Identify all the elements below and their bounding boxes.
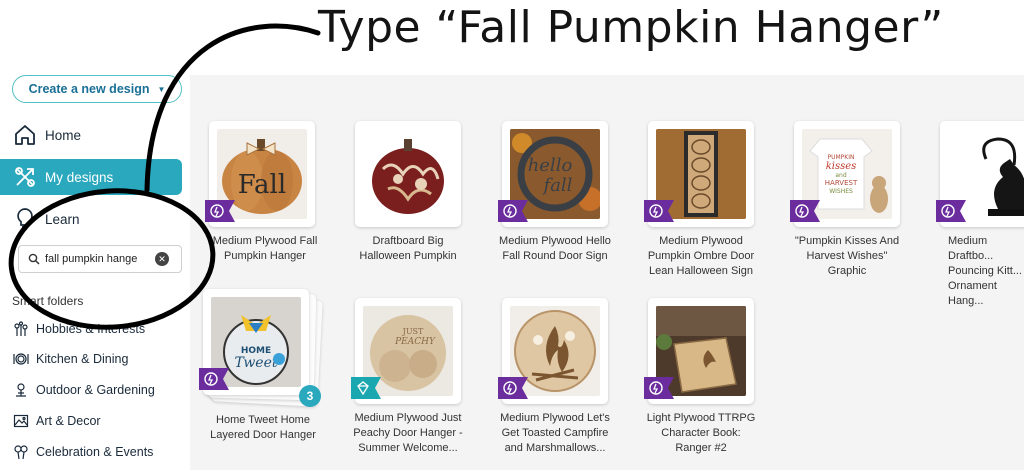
thumb-text: and bbox=[835, 172, 846, 179]
design-card[interactable] bbox=[355, 121, 461, 227]
folder-kitchen[interactable]: Kitchen & Dining bbox=[12, 348, 128, 370]
design-type-badge-icon bbox=[199, 368, 229, 390]
design-card[interactable]: hello fall bbox=[498, 121, 608, 227]
clear-search-icon[interactable]: ✕ bbox=[155, 252, 169, 266]
hobbies-icon bbox=[12, 320, 30, 338]
design-card[interactable] bbox=[644, 298, 754, 404]
folder-celebration[interactable]: Celebration & Events bbox=[12, 441, 153, 463]
design-card[interactable] bbox=[936, 121, 1024, 227]
design-title[interactable]: Draftboard Big Halloween Pumpkin bbox=[349, 234, 467, 264]
thumb-text: WISHES bbox=[829, 188, 853, 195]
design-card[interactable]: HOME Tweet bbox=[199, 289, 309, 395]
design-type-badge-icon bbox=[644, 377, 674, 399]
design-type-badge-icon bbox=[498, 377, 528, 399]
folder-label: Celebration & Events bbox=[36, 445, 154, 459]
design-card[interactable]: PUMPKIN kisses and HARVEST WISHES bbox=[790, 121, 900, 227]
folder-art[interactable]: Art & Decor bbox=[12, 410, 101, 432]
chevron-down-icon: ▼ bbox=[157, 84, 166, 94]
design-title[interactable]: Medium Plywood Just Peachy Door Hanger -… bbox=[349, 411, 467, 456]
search-box: ✕ bbox=[18, 245, 182, 273]
folder-hobbies[interactable]: Hobbies & Interests bbox=[12, 318, 145, 340]
design-type-badge-icon bbox=[790, 200, 820, 222]
design-count-badge: 3 bbox=[299, 385, 321, 407]
design-card[interactable] bbox=[644, 121, 754, 227]
design-type-badge-icon bbox=[936, 200, 966, 222]
folder-outdoor[interactable]: Outdoor & Gardening bbox=[12, 379, 155, 401]
design-card[interactable]: Fall bbox=[205, 121, 315, 227]
design-type-badge-icon bbox=[498, 200, 528, 222]
thumb-text: Tweet bbox=[234, 355, 277, 371]
design-type-badge-icon bbox=[644, 200, 674, 222]
thumb-text: Fall bbox=[238, 170, 286, 200]
design-title[interactable]: Medium Plywood Hello Fall Round Door Sig… bbox=[496, 234, 614, 264]
design-type-badge-icon bbox=[351, 377, 381, 399]
home-icon bbox=[11, 121, 39, 149]
design-type-badge-icon bbox=[205, 200, 235, 222]
celebration-icon bbox=[12, 443, 30, 461]
designs-icon bbox=[11, 163, 39, 191]
design-title[interactable]: Medium Plywood Pumpkin Ombre Door Lean H… bbox=[642, 234, 760, 279]
art-icon bbox=[12, 412, 30, 430]
kitchen-icon bbox=[12, 350, 30, 368]
sidebar: Create a new design ▼ Home My designs Le… bbox=[0, 75, 190, 470]
design-thumbnail bbox=[363, 129, 453, 219]
design-title[interactable]: Medium Plywood Let's Get Toasted Campfir… bbox=[496, 411, 614, 456]
create-design-label: Create a new design bbox=[28, 82, 150, 96]
nav-home-label: Home bbox=[45, 127, 82, 143]
design-title[interactable]: Medium Plywood Fall Pumpkin Hanger bbox=[206, 234, 324, 264]
design-title[interactable]: Medium Draftbo... Pouncing Kitt... Ornam… bbox=[934, 234, 1024, 309]
nav-my-designs[interactable]: My designs bbox=[0, 159, 182, 195]
nav-learn[interactable]: Learn bbox=[0, 201, 182, 237]
thumb-text: HARVEST bbox=[825, 179, 858, 187]
design-card[interactable]: JUST PEACHY bbox=[351, 298, 461, 404]
nav-my-designs-label: My designs bbox=[45, 169, 114, 185]
design-title[interactable]: Home Tweet Home Layered Door Hanger bbox=[204, 413, 322, 443]
thumb-text: fall bbox=[542, 175, 573, 196]
thumb-text: PUMPKIN bbox=[828, 154, 855, 161]
lightbulb-icon bbox=[11, 205, 39, 233]
screenshot-stage: Type “Fall Pumpkin Hanger” Create a new … bbox=[0, 0, 1024, 470]
smart-folders-heading: Smart folders bbox=[12, 294, 84, 308]
create-design-button[interactable]: Create a new design ▼ bbox=[12, 75, 182, 103]
design-card[interactable] bbox=[498, 298, 608, 404]
annotation-title: Type “Fall Pumpkin Hanger” bbox=[318, 2, 944, 53]
thumb-text: PEACHY bbox=[394, 337, 436, 347]
folder-label: Hobbies & Interests bbox=[36, 322, 146, 336]
nav-learn-label: Learn bbox=[45, 211, 80, 227]
folder-label: Kitchen & Dining bbox=[36, 352, 129, 366]
design-title[interactable]: Light Plywood TTRPG Character Book: Rang… bbox=[642, 411, 760, 456]
thumb-text: JUST bbox=[402, 327, 424, 336]
thumb-text: hello bbox=[528, 155, 573, 176]
folder-label: Outdoor & Gardening bbox=[36, 383, 155, 397]
design-title[interactable]: "Pumpkin Kisses And Harvest Wishes" Grap… bbox=[788, 234, 906, 279]
folder-label: Art & Decor bbox=[36, 414, 101, 428]
thumb-text: kisses bbox=[826, 161, 857, 172]
outdoor-icon bbox=[12, 381, 30, 399]
nav-home[interactable]: Home bbox=[0, 117, 182, 153]
search-icon bbox=[23, 253, 45, 265]
search-input[interactable] bbox=[45, 253, 153, 265]
